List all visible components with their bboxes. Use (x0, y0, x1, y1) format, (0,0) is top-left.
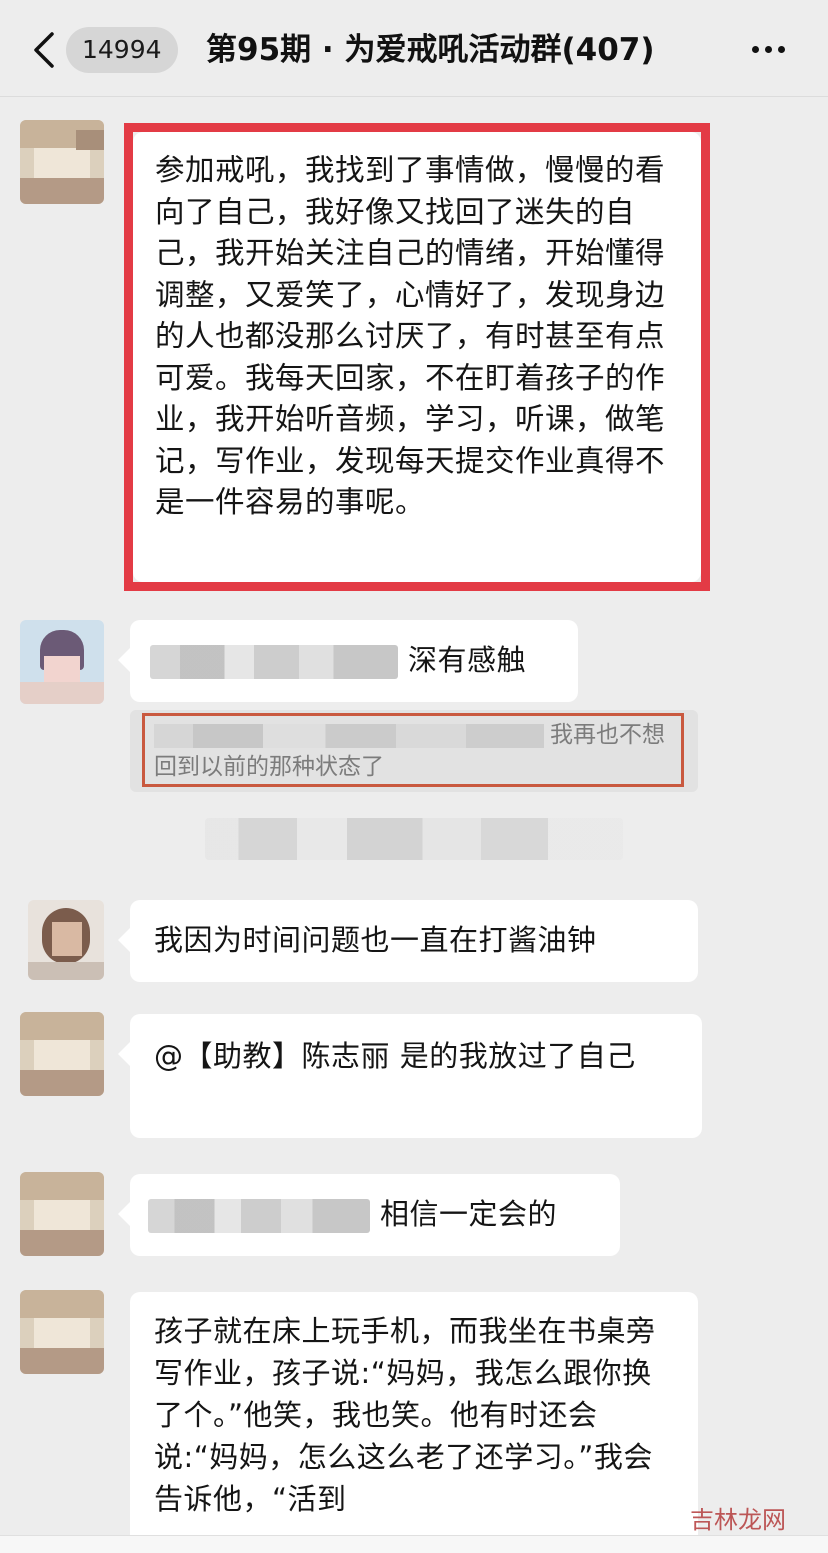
avatar[interactable] (20, 120, 104, 204)
blurred-mention (148, 1199, 370, 1233)
unread-count-badge[interactable]: 14994 (66, 27, 178, 73)
message-bubble: 我因为时间问题也一直在打酱油钟 (118, 900, 698, 982)
chat-title: 第95期 · 为爱戒吼活动群(407) (206, 32, 655, 68)
message-bubble: 深有感触 (118, 620, 578, 702)
chat-header: 14994 第95期 · 为爱戒吼活动群(407) (0, 0, 828, 97)
avatar[interactable] (20, 1290, 104, 1374)
quoted-text: 我再也不想回到以前的那种状态了 (154, 719, 674, 783)
blurred-quote-author (154, 723, 544, 748)
message-bubble: 相信一定会的 (118, 1174, 620, 1256)
blurred-mention (150, 645, 398, 679)
back-button[interactable] (28, 30, 62, 70)
watermark: 吉林龙网 (690, 1506, 786, 1534)
avatar[interactable] (28, 900, 104, 980)
input-bar[interactable] (0, 1535, 828, 1553)
avatar[interactable] (20, 1012, 104, 1096)
message-bubble: 参加戒吼，我找到了事情做，慢慢的看向了自己，我好像又找回了迷失的自己，我开始关注… (133, 132, 701, 582)
more-options-icon[interactable] (752, 38, 792, 58)
message-text: 深有感触 (408, 643, 527, 677)
message-bubble: @【助教】陈志丽 是的我放过了自己 (118, 1014, 702, 1138)
message-bubble: 孩子就在床上玩手机，而我坐在书桌旁写作业，孩子说:“妈妈，我怎么跟你换了个。”他… (130, 1292, 698, 1552)
message-text: 相信一定会的 (380, 1197, 558, 1231)
blurred-system-notice (205, 818, 623, 860)
chevron-left-icon (34, 32, 54, 68)
avatar[interactable] (20, 620, 104, 704)
avatar[interactable] (20, 1172, 104, 1256)
